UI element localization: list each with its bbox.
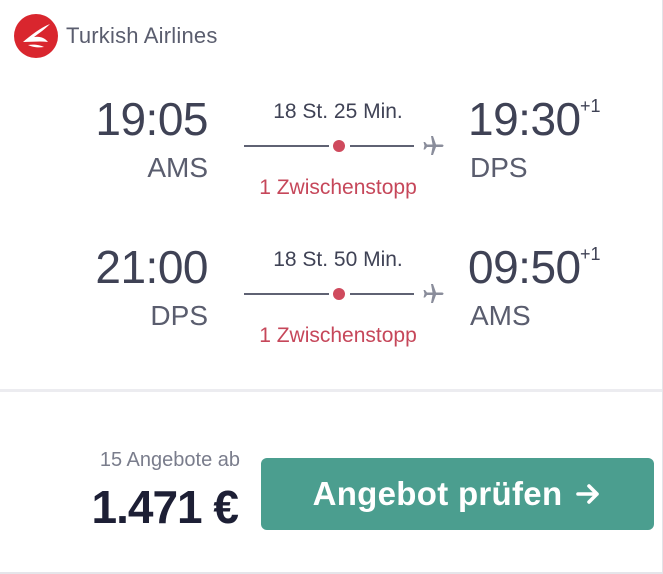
airplane-icon [423, 136, 444, 155]
route-line [244, 282, 449, 306]
check-offer-label: Angebot prüfen [312, 475, 563, 512]
arrival-time: 19:30 [468, 93, 581, 145]
price: 1.471 € [91, 481, 239, 533]
arrow-right-icon [576, 484, 600, 504]
route-segment [350, 293, 414, 295]
stops-info: 1 Zwischenstopp [259, 176, 417, 199]
offers-count: 15 Angebote ab [99, 449, 240, 471]
day-offset: +1 [580, 244, 601, 264]
check-offer-button[interactable]: Angebot prüfen [261, 458, 654, 530]
airplane-icon [423, 284, 444, 303]
stops-info: 1 Zwischenstopp [259, 324, 417, 347]
stopover-dot-icon [333, 140, 345, 152]
return-leg: 21:00 DPS 18 St. 50 Min. 1 Zwischenstopp… [0, 240, 663, 360]
outbound-leg: 19:05 AMS 18 St. 25 Min. 1 Zwischenstopp… [0, 92, 663, 212]
route-segment [244, 293, 329, 295]
airline-header: Turkish Airlines [14, 14, 218, 58]
section-divider [0, 389, 663, 392]
route-segment [350, 145, 414, 147]
stopover-dot-icon [333, 288, 345, 300]
arrival-airport: AMS [470, 300, 531, 331]
route-line [244, 134, 449, 158]
day-offset: +1 [580, 96, 601, 116]
flight-duration: 18 St. 25 Min. [273, 100, 403, 123]
airline-name: Turkish Airlines [66, 23, 218, 48]
route-segment [244, 145, 329, 147]
departure-time: 21:00 [95, 241, 208, 293]
departure-airport: AMS [147, 152, 208, 183]
flight-duration: 18 St. 50 Min. [273, 248, 403, 271]
departure-airport: DPS [150, 300, 208, 331]
turkish-airlines-logo-icon [14, 14, 58, 58]
departure-time: 19:05 [95, 93, 208, 145]
arrival-time: 09:50 [468, 241, 581, 293]
flight-result-card[interactable]: Turkish Airlines 19:05 AMS 18 St. 25 Min… [0, 0, 663, 574]
arrival-airport: DPS [470, 152, 528, 183]
